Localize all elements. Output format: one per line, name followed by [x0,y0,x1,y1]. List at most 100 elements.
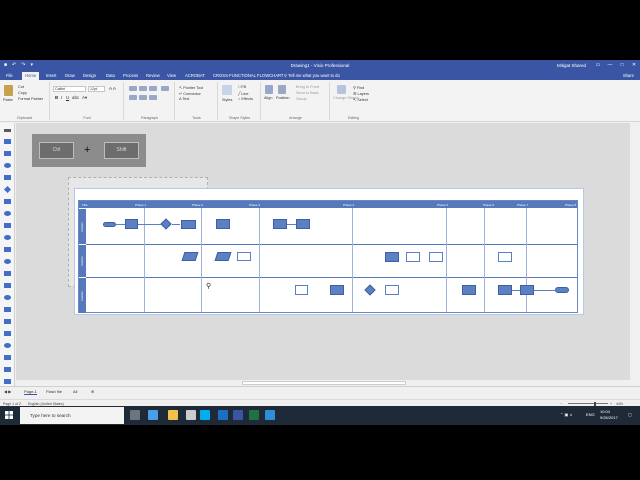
vertical-scrollbar[interactable] [630,123,640,380]
stencil-shape[interactable] [4,271,11,276]
swimlane-label[interactable]: Function [79,245,86,277]
select-button[interactable]: ↖ Select [353,97,368,102]
layers-button[interactable]: ☰ Layers [353,91,369,96]
stencil-shape[interactable] [4,211,11,216]
zoom-in-icon[interactable]: + [610,402,612,406]
taskbar-search-input[interactable]: Type here to search [20,407,124,424]
stencil-shape[interactable] [4,355,11,360]
font-color-icon[interactable]: A▾ [82,95,87,101]
swimlane-label[interactable]: Function [79,278,86,313]
find-button[interactable]: ⚲ Find [353,85,364,90]
pointer-tool-button[interactable]: ↖ Pointer Tool [179,85,203,90]
align-bottom-icon[interactable] [149,86,157,91]
zoom-slider-thumb[interactable] [594,401,596,406]
process-shape[interactable] [385,252,399,262]
strikethrough-icon[interactable]: abc [72,95,79,100]
process-shape[interactable] [273,219,287,229]
tell-me-search[interactable]: ⚲ Tell me what you want to do [284,73,340,78]
document-shape[interactable] [295,285,308,295]
tab-file[interactable]: File [6,72,13,80]
connector-line[interactable] [287,224,296,225]
position-icon[interactable] [278,85,286,94]
skype-icon[interactable] [200,410,210,420]
connector-line[interactable] [116,224,125,225]
stencil-shape[interactable] [4,163,11,168]
process-shape[interactable] [498,285,512,295]
position-button[interactable]: Position [276,96,290,100]
document-shape[interactable] [406,252,420,262]
stencil-shape[interactable] [4,223,11,228]
end-terminator[interactable] [555,287,569,293]
effects-button[interactable]: ○ Effects [238,97,253,101]
cut-button[interactable]: Cut [18,85,24,89]
italic-icon[interactable]: I [61,95,62,100]
paste-button[interactable]: Paste [3,98,13,102]
all-pages-button[interactable]: All [73,389,77,394]
store-icon[interactable] [186,410,196,420]
document-shape[interactable] [237,252,251,261]
tab-insert[interactable]: Insert [46,72,56,80]
process-shape[interactable] [181,220,196,229]
minimize-icon[interactable]: — [604,60,616,70]
bring-to-front-button[interactable]: Bring to Front [296,85,319,89]
language-indicator[interactable]: English (United States) [28,402,64,406]
decision-shape[interactable] [160,218,172,230]
outlook-icon[interactable] [218,410,228,420]
process-shape[interactable] [462,285,476,295]
tab-cross-functional-flowchart[interactable]: CROSS-FUNCTIONAL FLOWCHART [213,72,284,80]
process-shape[interactable] [296,219,310,229]
tab-design[interactable]: Design [83,72,96,80]
swimlane-label[interactable]: Function [79,209,86,244]
page-indicator[interactable]: Page 1 of 2 [3,402,21,406]
tab-process[interactable]: Process [123,72,138,80]
align-button[interactable]: Align [264,96,272,100]
task-view-icon[interactable] [130,410,140,420]
decision-shape[interactable] [364,284,376,296]
align-middle-icon[interactable] [139,86,147,91]
stencil-shape[interactable] [4,307,11,312]
tab-review[interactable]: Review [146,72,160,80]
process-shape[interactable] [125,219,138,229]
stencil-shape[interactable] [4,367,11,372]
align-icon[interactable] [265,85,273,94]
stencil-shape[interactable] [4,199,11,204]
align-center-icon[interactable] [139,95,147,100]
clock-time[interactable]: 10:04 [600,409,610,414]
process-shape[interactable] [520,285,534,295]
process-shape[interactable] [216,219,230,229]
add-page-icon[interactable]: ⊕ [91,389,94,394]
visio-icon[interactable] [233,410,243,420]
excel-icon[interactable] [249,410,259,420]
underline-icon[interactable]: U [66,95,69,100]
data-shape[interactable] [181,252,199,261]
language-indicator[interactable]: ENG [586,412,595,417]
data-shape[interactable] [214,252,232,261]
tab-flash-file[interactable]: Flash file [46,389,62,394]
maximize-icon[interactable]: □ [616,60,628,70]
process-shape[interactable] [330,285,344,295]
stencil-shape[interactable] [4,139,11,144]
tab-acrobat[interactable]: ACROBAT [185,72,205,80]
stencil-shape[interactable] [4,319,11,324]
connector-line[interactable] [512,290,520,291]
clock-date[interactable]: 9/26/2017 [600,415,618,420]
format-painter-button[interactable]: Format Painter [18,97,43,101]
stencil-shape[interactable] [4,283,11,288]
page-nav-icon[interactable]: ◀ ▶ [4,389,11,394]
line-button[interactable]: ╱ Line [238,91,249,96]
stencil-shape[interactable] [4,175,11,180]
tab-home[interactable]: Home [22,72,40,80]
bullets-icon[interactable] [161,86,169,91]
font-family-select[interactable]: Calibri [53,86,86,92]
share-button[interactable]: Share [623,73,634,78]
quick-styles-icon[interactable] [222,85,232,95]
stencil-shape[interactable] [4,295,11,300]
text-tool-button[interactable]: A Text [179,97,189,101]
change-shape-icon[interactable] [337,85,346,94]
bold-icon[interactable]: B [55,95,58,100]
stencil-shape[interactable] [4,151,11,156]
zoom-out-icon[interactable]: − [560,402,562,406]
scrollbar-thumb[interactable] [242,381,406,385]
connector-line[interactable] [534,290,555,291]
fill-button[interactable]: □ Fill [238,85,246,89]
